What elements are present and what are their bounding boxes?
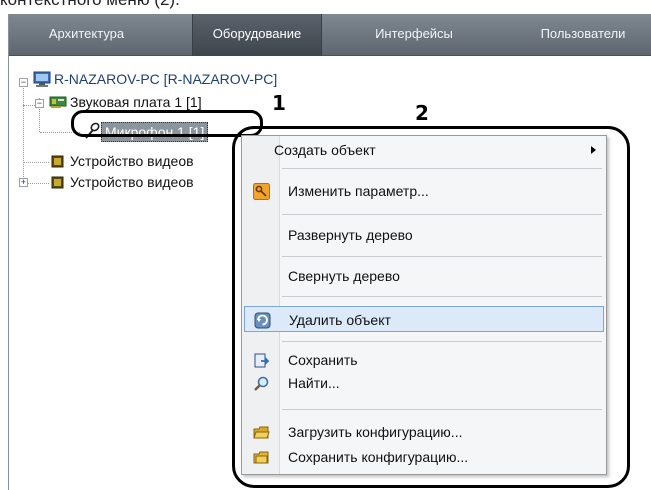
tab-users[interactable]: Пользователи <box>514 14 651 56</box>
tab-bar: Архитектура Оборудование Интерфейсы Поль… <box>9 14 651 56</box>
tree-node-video-device-1[interactable]: Устройство видеов <box>70 152 194 170</box>
tree-node-root[interactable]: R-NAZAROV-PC [R-NAZAROV-PC] <box>54 70 277 88</box>
tab-architecture[interactable]: Архитектура <box>9 14 164 56</box>
chip-icon <box>51 155 64 168</box>
sound-card-icon <box>49 96 67 108</box>
tree-line <box>23 162 49 163</box>
chip-icon <box>51 176 64 189</box>
expand-icon[interactable]: + <box>19 178 28 187</box>
collapse-icon[interactable]: − <box>19 78 28 87</box>
caption-text: контекстного меню (2). <box>0 0 651 9</box>
tree-node-sound-card[interactable]: Звуковая плата 1 [1] <box>70 93 202 111</box>
tab-interfaces[interactable]: Интерфейсы <box>339 14 489 56</box>
callout-ring-2 <box>232 126 630 488</box>
collapse-icon[interactable]: − <box>35 99 44 108</box>
tree-line <box>23 79 24 183</box>
tree-node-video-device-2[interactable]: Устройство видеов <box>70 173 194 191</box>
callout-number-2: 2 <box>415 101 429 125</box>
callout-ring-1 <box>71 110 263 137</box>
callout-number-1: 1 <box>272 91 286 115</box>
tab-hardware[interactable]: Оборудование <box>192 14 322 56</box>
computer-icon <box>33 71 51 87</box>
